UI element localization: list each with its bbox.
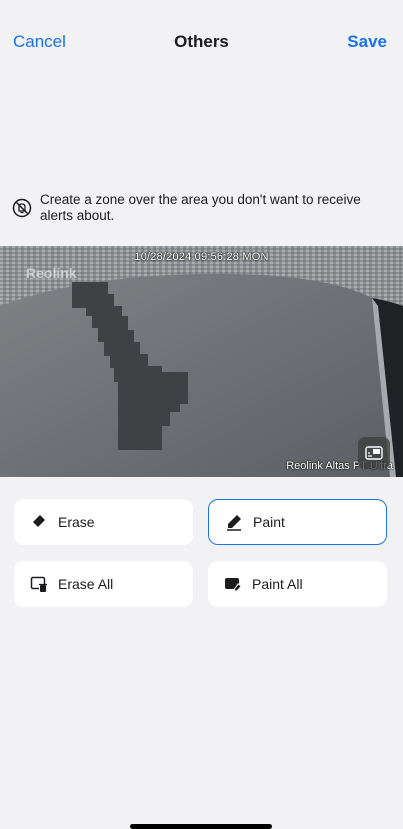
camera-preview[interactable]: 10/28/2024 09:56:28 MON Reolink Reolink … bbox=[0, 246, 403, 477]
nav-bar: Cancel Others Save bbox=[0, 0, 403, 86]
erase-label: Erase bbox=[58, 514, 95, 530]
erase-all-label: Erase All bbox=[58, 576, 114, 592]
save-button[interactable]: Save bbox=[347, 32, 387, 52]
cancel-button[interactable]: Cancel bbox=[13, 32, 66, 52]
paint-label: Paint bbox=[253, 514, 285, 530]
no-alert-icon bbox=[12, 198, 32, 218]
paint-button[interactable]: Paint bbox=[208, 499, 387, 545]
paint-all-icon bbox=[225, 578, 241, 591]
brand-watermark: Reolink bbox=[26, 265, 77, 281]
switch-view-icon bbox=[365, 446, 383, 460]
switch-view-button[interactable] bbox=[358, 437, 390, 469]
eraser-icon bbox=[33, 515, 45, 527]
erase-button[interactable]: Erase bbox=[14, 499, 193, 545]
instruction-hint: Create a zone over the area you don't wa… bbox=[12, 192, 382, 224]
paint-all-button[interactable]: Paint All bbox=[208, 561, 387, 607]
erase-all-icon bbox=[30, 576, 47, 592]
hint-text: Create a zone over the area you don't wa… bbox=[40, 192, 361, 223]
erase-all-button[interactable]: Erase All bbox=[14, 561, 193, 607]
paint-all-label: Paint All bbox=[252, 576, 303, 592]
camera-timestamp: 10/28/2024 09:56:28 MON bbox=[134, 251, 269, 263]
pencil-icon bbox=[227, 515, 241, 531]
